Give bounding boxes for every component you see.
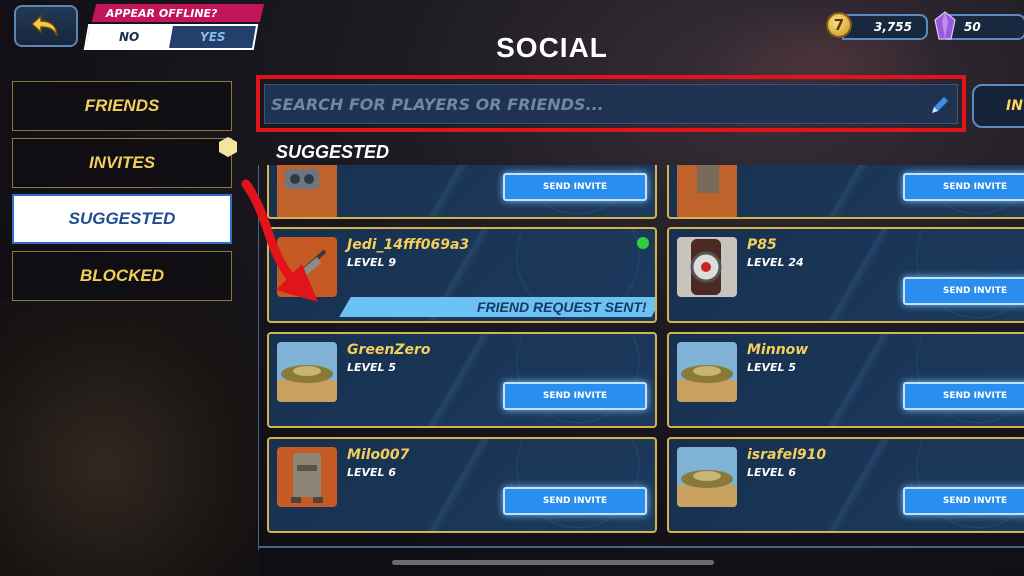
appear-offline-label: APPEAR OFFLINE? [91, 4, 265, 22]
player-name: Jedi_14fff069a3 [347, 237, 470, 253]
online-status-icon [637, 237, 649, 249]
player-level: LEVEL 9 [347, 256, 397, 269]
notification-badge-icon [219, 137, 237, 157]
send-invite-button[interactable]: SEND INVITE [503, 382, 647, 410]
home-indicator[interactable] [392, 560, 714, 565]
watch-icon [677, 237, 737, 297]
list-bottom-border [258, 546, 1024, 548]
player-card-partial: SEND INVITE [667, 165, 1024, 219]
player-card: P85 LEVEL 24 SEND INVITE [667, 227, 1024, 323]
landspeeder-icon [677, 342, 737, 402]
send-invite-button[interactable]: SEND INVITE [503, 487, 647, 515]
player-name: Minnow [747, 342, 809, 358]
invite-code-button[interactable]: IN [972, 84, 1024, 128]
search-input[interactable] [271, 94, 921, 114]
player-card: israfel910 LEVEL 6 SEND INVITE [667, 437, 1024, 533]
droid-icon [277, 447, 337, 507]
avatar [677, 165, 737, 217]
red-arrow-icon [241, 179, 318, 302]
landspeeder-icon [677, 447, 737, 507]
player-card: GreenZero LEVEL 5 SEND INVITE [267, 332, 657, 428]
send-invite-button[interactable]: SEND INVITE [903, 173, 1024, 201]
landspeeder-icon [277, 342, 337, 402]
player-name: israfel910 [747, 447, 827, 463]
player-card: Milo007 LEVEL 6 SEND INVITE [267, 437, 657, 533]
sidebar-item-friends[interactable]: FRIENDS [12, 81, 232, 131]
player-card: Minnow LEVEL 5 SEND INVITE [667, 332, 1024, 428]
player-level: LEVEL 6 [347, 466, 397, 479]
player-level: LEVEL 24 [747, 256, 804, 269]
player-name: P85 [747, 237, 777, 253]
page-title: SOCIAL [496, 32, 608, 63]
player-name: Milo007 [347, 447, 410, 463]
player-name: GreenZero [347, 342, 431, 358]
player-list[interactable]: SEND INVITE SEND INVITE Jedi_14fff069a3 … [258, 165, 1024, 550]
section-title: SUGGESTED [276, 142, 390, 162]
sidebar-item-invites[interactable]: INVITES [12, 137, 237, 188]
player-level: LEVEL 5 [747, 361, 797, 374]
send-invite-button[interactable]: SEND INVITE [503, 173, 647, 201]
search-field[interactable] [264, 84, 958, 124]
sidebar-item-suggested[interactable]: SUGGESTED [12, 194, 232, 244]
background-glow [0, 300, 260, 576]
friend-request-sent-banner: FRIEND REQUEST SENT! [339, 297, 655, 317]
sidebar-item-blocked[interactable]: BLOCKED [12, 251, 232, 301]
send-invite-button[interactable]: SEND INVITE [903, 382, 1024, 410]
pencil-icon[interactable] [929, 94, 951, 116]
send-invite-button[interactable]: SEND INVITE [903, 487, 1024, 515]
player-level: LEVEL 6 [747, 466, 797, 479]
player-level: LEVEL 5 [347, 361, 397, 374]
send-invite-button[interactable]: SEND INVITE [903, 277, 1024, 305]
